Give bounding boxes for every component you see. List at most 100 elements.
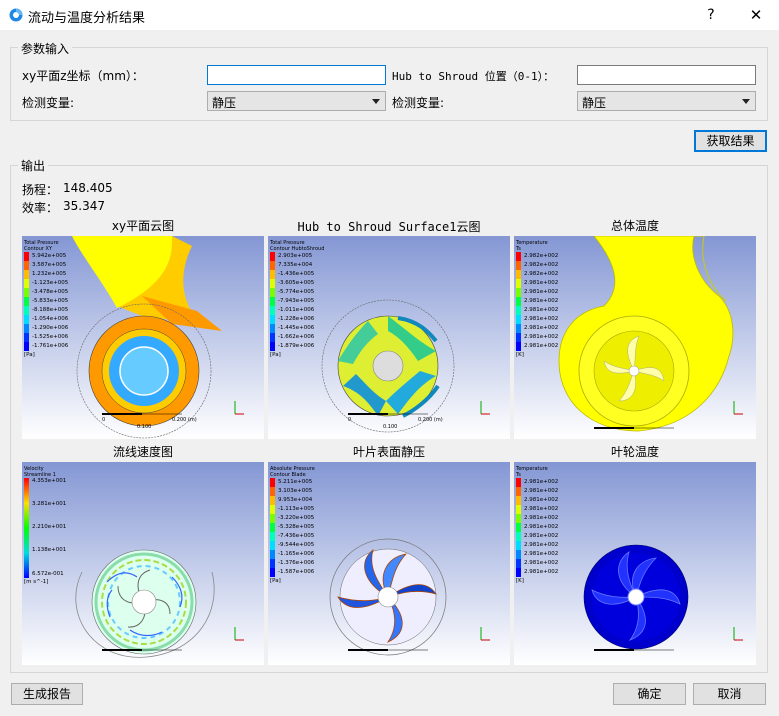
legend-value: -1.587e+006 — [278, 569, 315, 575]
legend-value: 2.981e+002 — [524, 560, 559, 566]
legend-value: -9.544e+005 — [278, 542, 315, 548]
chevron-down-icon — [742, 99, 750, 104]
legend-value: -1.761e+006 — [32, 343, 69, 349]
efficiency-label: 效率： — [22, 201, 59, 215]
get-results-button[interactable]: 获取结果 — [694, 130, 767, 152]
legend-value: -1.228e+006 — [278, 316, 315, 322]
legend-unit: [Pa] — [270, 352, 281, 358]
legend-value: -1.445e+006 — [278, 325, 315, 331]
legend-value: 2.981e+002 — [524, 334, 559, 340]
output-group-title: 输出 — [18, 157, 49, 174]
scale-end: 0.200 (m) — [418, 417, 443, 423]
legend-value: -1.376e+006 — [278, 560, 315, 566]
legend-value: 2.981e+002 — [524, 497, 559, 503]
variable-select-2-value: 静压 — [582, 96, 607, 110]
image-title-streamline: 流线速度图 — [112, 445, 173, 459]
legend-value: 2.981e+002 — [524, 551, 559, 557]
scale-zero: 0 — [102, 417, 106, 423]
ok-button[interactable]: 确定 — [613, 683, 686, 705]
legend-value: -1.054e+006 — [32, 316, 69, 322]
legend-blade-pressure: Absolute Pressure Contour Blade 5.211e+0… — [270, 466, 315, 584]
streamline-velocity-plot — [75, 549, 244, 658]
legend-value: -8.188e+005 — [32, 307, 69, 313]
legend-value: 6.572e-001 — [32, 571, 64, 577]
legend-impeller-temp: Temperature Ts 2.981e+002 2.981e+002 2.9… — [516, 466, 558, 584]
legend-value: -1.011e+006 — [278, 307, 315, 313]
xy-z-input[interactable] — [207, 65, 386, 85]
legend-value: 2.981e+002 — [524, 479, 559, 485]
legend-value: -1.113e+005 — [278, 506, 315, 512]
chevron-down-icon — [372, 99, 380, 104]
title-bar: 流动与温度分析结果 ? ✕ — [0, 0, 779, 30]
legend-value: 2.982e+002 — [524, 271, 559, 277]
help-button[interactable]: ? — [695, 0, 727, 30]
head-label: 扬程： — [22, 183, 59, 197]
efficiency-value: 35.347 — [63, 199, 105, 213]
xy-contour-image: Total Pressure Contour XY 5.942e+005 3.5… — [22, 236, 264, 439]
image-title-impeller-temp: 叶轮温度 — [610, 445, 659, 459]
legend-value: 2.981e+002 — [524, 316, 559, 322]
legend-value: -1.436e+005 — [278, 271, 315, 277]
hub-shroud-label: Hub to Shroud 位置（0-1）： — [392, 70, 555, 83]
blade-pressure-image: Absolute Pressure Contour Blade 5.211e+0… — [268, 462, 510, 665]
image-title-blade-pressure: 叶片表面静压 — [352, 445, 425, 459]
legend-value: -3.220e+005 — [278, 515, 315, 521]
image-title-overall-temp: 总体温度 — [610, 219, 659, 233]
image-title-hub-shroud: Hub to Shroud Surface1云图 — [297, 220, 481, 234]
legend-value: -5.833e+005 — [32, 298, 69, 304]
legend-value: 2.981e+002 — [524, 533, 559, 539]
impeller-temperature-image: Temperature Ts 2.981e+002 2.981e+002 2.9… — [514, 462, 756, 665]
variable-select-1[interactable]: 静压 — [207, 91, 386, 111]
variable-label-1: 检测变量: — [22, 96, 75, 110]
legend-unit: [m s^-1] — [24, 579, 49, 585]
close-button[interactable]: ✕ — [740, 0, 772, 30]
legend-value: 2.210e+001 — [32, 524, 67, 530]
legend-value: 9.953e+004 — [278, 497, 313, 503]
legend-value: -1.879e+006 — [278, 343, 315, 349]
variable-select-1-value: 静压 — [212, 96, 237, 110]
cancel-button[interactable]: 取消 — [693, 683, 766, 705]
legend-value: 2.981e+002 — [524, 343, 559, 349]
variable-label-2: 检测变量: — [392, 96, 445, 110]
legend-value: -7.436e+005 — [278, 533, 315, 539]
legend-value: 3.103e+005 — [278, 488, 313, 494]
legend-value: 2.982e+002 — [524, 253, 559, 259]
legend-value: -7.943e+005 — [278, 298, 315, 304]
legend-value: -5.774e+005 — [278, 289, 315, 295]
variable-select-2[interactable]: 静压 — [577, 91, 756, 111]
legend-overall-temp: Temperature Ts 2.982e+002 2.982e+002 2.9… — [516, 240, 558, 358]
legend-value: 2.981e+002 — [524, 280, 559, 286]
scale-zero: 0 — [348, 417, 352, 423]
app-icon — [9, 8, 23, 22]
legend-value: 2.981e+002 — [524, 488, 559, 494]
legend-value: 1.138e+001 — [32, 547, 67, 553]
legend-value: -1.290e+006 — [32, 325, 69, 331]
legend-xy: Total Pressure Contour XY 5.942e+005 3.5… — [24, 240, 68, 358]
legend-value: 1.232e+005 — [32, 271, 67, 277]
scale-end: 0.200 (m) — [172, 417, 197, 423]
legend-value: -1.662e+006 — [278, 334, 315, 340]
legend-value: 2.981e+002 — [524, 542, 559, 548]
legend-value: 2.982e+002 — [524, 262, 559, 268]
legend-value: 3.281e+001 — [32, 501, 67, 507]
legend-unit: [K] — [516, 352, 524, 358]
legend-value: 2.981e+002 — [524, 524, 559, 530]
legend-value: 2.981e+002 — [524, 515, 559, 521]
scale-mid: 0.100 — [383, 424, 398, 430]
legend-unit: [Pa] — [270, 578, 281, 584]
legend-value: 2.981e+002 — [524, 325, 559, 331]
image-title-xy: xy平面云图 — [111, 219, 175, 233]
overall-temperature-image: Temperature Ts 2.982e+002 2.982e+002 2.9… — [514, 236, 756, 439]
hub-shroud-input[interactable] — [577, 65, 756, 85]
scale-mid: 0.100 — [137, 424, 152, 430]
window-title: 流动与温度分析结果 — [28, 11, 146, 26]
legend-value: -1.525e+006 — [32, 334, 69, 340]
generate-report-button[interactable]: 生成报告 — [11, 683, 83, 705]
legend-value: -3.605e+005 — [278, 280, 315, 286]
legend-value: 4.353e+001 — [32, 478, 67, 484]
legend-value: 5.942e+005 — [32, 253, 67, 259]
legend-value: 5.211e+005 — [278, 479, 313, 485]
legend-unit: [Pa] — [24, 352, 35, 358]
legend-hub-shroud: Total Pressure Contour HubtoShroud 2.903… — [270, 240, 324, 358]
legend-value: 7.335e+004 — [278, 262, 313, 268]
